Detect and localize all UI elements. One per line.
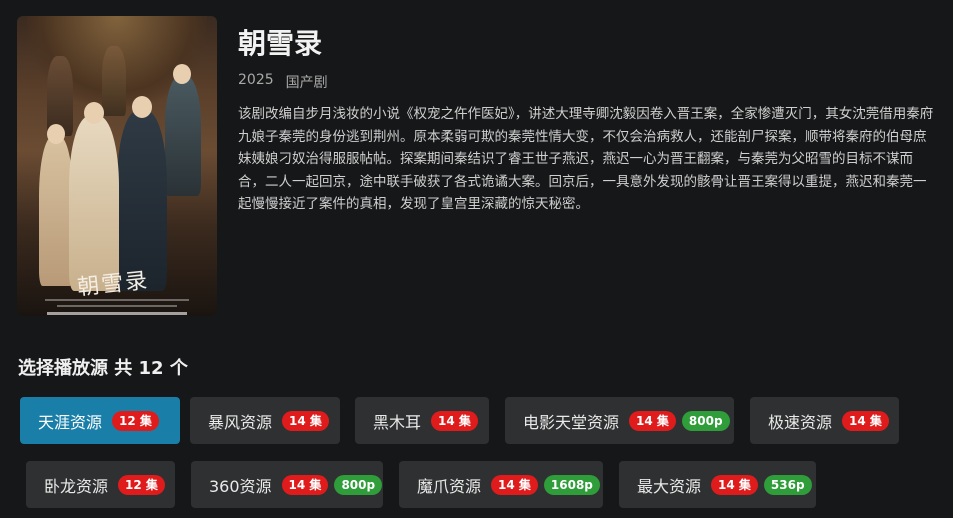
poster-logo: 朝雪录 [76, 268, 151, 301]
show-description: 该剧改编自步月浅妆的小说《权宠之仵作医妃》，讲述大理寺卿沈毅因卷入晋王案，全家惨… [238, 106, 934, 212]
episode-badge: 14 集 [711, 474, 758, 495]
episode-badge: 12 集 [118, 474, 165, 495]
source-label: 电影天堂资源 [523, 412, 620, 432]
resolution-badge: 1608p [543, 474, 600, 495]
episode-badge: 14 集 [842, 410, 889, 431]
poster-credits [47, 312, 187, 315]
source-button-wolong[interactable]: 卧龙资源 12 集 [26, 461, 175, 508]
page: 朝雪录 朝雪录 2025 国产剧 该剧改编自步月浅妆的小说《权宠之仵作医妃》，讲… [0, 0, 953, 518]
resolution-badge: 800p [681, 410, 730, 431]
source-button-jisu[interactable]: 极速资源 14 集 [750, 397, 899, 444]
resolution-badge: 536p [763, 474, 812, 495]
poster-image: 朝雪录 [17, 16, 217, 316]
poster-figure [173, 64, 191, 84]
resolution-badge: 800p [334, 474, 383, 495]
source-label: 天涯资源 [38, 412, 103, 432]
source-label: 暴风资源 [208, 412, 273, 432]
source-label: 360资源 [209, 476, 272, 496]
poster-credits [45, 299, 189, 301]
episode-badge: 14 集 [431, 410, 478, 431]
show-title: 朝雪录 [238, 27, 323, 60]
show-genre: 国产剧 [285, 75, 328, 91]
source-heading: 选择播放源 共 12 个 [18, 358, 188, 379]
poster-figure [165, 76, 201, 196]
poster-figure [39, 136, 73, 286]
episode-badge: 14 集 [282, 410, 329, 431]
source-label: 魔爪资源 [417, 476, 482, 496]
poster-figure [132, 96, 152, 118]
poster-figure [69, 116, 119, 291]
source-button-heimuer[interactable]: 黑木耳 14 集 [355, 397, 489, 444]
episode-badge: 14 集 [629, 410, 676, 431]
source-label: 极速资源 [768, 412, 833, 432]
source-button-baofeng[interactable]: 暴风资源 14 集 [190, 397, 340, 444]
poster-figure [102, 46, 126, 116]
episode-badge: 12 集 [112, 410, 159, 431]
source-button-zuida[interactable]: 最大资源 14 集 536p [619, 461, 816, 508]
episode-badge: 14 集 [281, 474, 329, 495]
show-year: 2025 [238, 72, 274, 88]
source-label: 黑木耳 [373, 412, 422, 432]
source-button-dianyingtiantang[interactable]: 电影天堂资源 14 集 800p [505, 397, 734, 444]
source-button-360[interactable]: 360资源 14 集 800p [191, 461, 383, 508]
source-button-mozhua[interactable]: 魔爪资源 14 集 1608p [399, 461, 603, 508]
poster-figure [47, 124, 65, 144]
poster-figure [84, 102, 104, 124]
source-label: 卧龙资源 [44, 476, 109, 496]
poster-credits [57, 305, 177, 307]
episode-badge: 14 集 [491, 474, 538, 495]
show-meta: 2025 国产剧 [238, 72, 328, 92]
source-button-tianya[interactable]: 天涯资源 12 集 [20, 397, 180, 444]
source-label: 最大资源 [637, 476, 702, 496]
poster-figure [47, 56, 73, 136]
